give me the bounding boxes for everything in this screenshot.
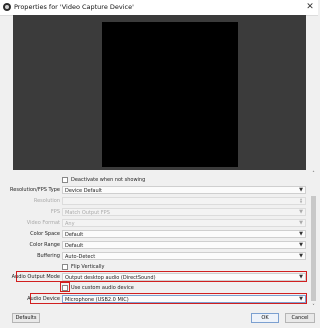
- color-range-label: Color Range: [29, 242, 61, 248]
- chevron-down-icon: ▼: [299, 296, 303, 302]
- audio-output-mode-row: Audio Output Mode Output desktop audio (…: [0, 273, 310, 282]
- audio-output-mode-select[interactable]: Output desktop audio (DirectSound) ▼: [62, 273, 306, 281]
- deactivate-checkbox[interactable]: [62, 176, 68, 183]
- video-preview: [102, 22, 238, 167]
- color-range-value: Default: [65, 242, 84, 249]
- flip-vertically-checkbox[interactable]: [62, 263, 68, 270]
- properties-panel: Deactivate when not showing Resolution/F…: [0, 171, 318, 311]
- chevron-down-icon: ▼: [299, 231, 303, 237]
- chevron-down-icon: ▼: [299, 253, 303, 259]
- video-format-label: Video Format: [26, 220, 60, 226]
- audio-output-mode-label: Audio Output Mode: [11, 274, 60, 280]
- deactivate-row: Deactivate when not showing: [0, 176, 310, 185]
- resolution-fps-type-label: Resolution/FPS Type: [10, 187, 60, 193]
- scroll-thumb[interactable]: [311, 196, 316, 301]
- color-space-row: Color Space Default ▼: [0, 230, 310, 239]
- fps-label: FPS: [50, 209, 60, 215]
- window-title: Properties for 'Video Capture Device': [14, 3, 134, 11]
- chevron-down-icon: ▼: [299, 187, 303, 193]
- close-button[interactable]: ✕: [304, 1, 316, 13]
- deactivate-label: Deactivate when not showing: [71, 177, 146, 183]
- buffering-select[interactable]: Auto-Detect ▼: [62, 252, 306, 260]
- resolution-fps-type-value: Device Default: [65, 187, 102, 194]
- preview-area: [13, 15, 306, 170]
- custom-audio-checkbox[interactable]: [62, 284, 68, 291]
- audio-device-row: Audio Device Microphone (USB2.0 MIC) ▼: [0, 295, 310, 304]
- chevron-down-icon: ▼: [299, 274, 303, 280]
- buffering-label: Buffering: [37, 253, 60, 259]
- resolution-input[interactable]: ▲ ▼: [62, 197, 306, 205]
- scroll-up-icon[interactable]: ˄: [310, 171, 317, 178]
- color-space-select[interactable]: Default ▼: [62, 230, 306, 238]
- title-bar: Properties for 'Video Capture Device' ✕: [0, 0, 318, 16]
- vertical-scrollbar[interactable]: ˄ ˅: [310, 171, 317, 311]
- flip-vertically-label: Flip Vertically: [71, 264, 105, 270]
- custom-audio-label: Use custom audio device: [71, 285, 134, 291]
- color-range-row: Color Range Default ▼: [0, 241, 310, 250]
- stepper-icon: ▲ ▼: [299, 197, 303, 204]
- fps-value: Match Output FPS: [65, 209, 110, 216]
- audio-device-label: Audio Device: [27, 296, 60, 302]
- chevron-down-icon: ▼: [299, 209, 303, 215]
- defaults-button[interactable]: Defaults: [12, 313, 40, 323]
- color-range-select[interactable]: Default ▼: [62, 241, 306, 249]
- chevron-down-icon: ▼: [299, 242, 303, 248]
- scroll-down-icon[interactable]: ˅: [310, 304, 317, 311]
- buffering-value: Auto-Detect: [65, 253, 96, 260]
- resolution-label: Resolution: [33, 198, 60, 204]
- video-format-value: Any: [65, 220, 75, 227]
- resolution-fps-type-row: Resolution/FPS Type Device Default ▼: [0, 186, 310, 195]
- video-format-row: Video Format Any ▼: [0, 219, 310, 228]
- cancel-button[interactable]: Cancel: [285, 313, 315, 323]
- audio-output-mode-value: Output desktop audio (DirectSound): [65, 274, 156, 281]
- resolution-fps-type-select[interactable]: Device Default ▼: [62, 186, 306, 194]
- custom-audio-row: Use custom audio device: [0, 284, 310, 293]
- fps-row: FPS Match Output FPS ▼: [0, 208, 310, 217]
- fps-select[interactable]: Match Output FPS ▼: [62, 208, 306, 216]
- obs-app-icon: [3, 3, 11, 11]
- color-space-label: Color Space: [30, 231, 60, 237]
- color-space-value: Default: [65, 231, 84, 238]
- ok-button[interactable]: OK: [251, 313, 279, 323]
- resolution-row: Resolution ▲ ▼: [0, 197, 310, 206]
- audio-device-select[interactable]: Microphone (USB2.0 MIC) ▼: [62, 295, 306, 303]
- audio-device-value: Microphone (USB2.0 MIC): [65, 296, 129, 303]
- video-format-select[interactable]: Any ▼: [62, 219, 306, 227]
- buffering-row: Buffering Auto-Detect ▼: [0, 252, 310, 261]
- chevron-down-icon: ▼: [299, 220, 303, 226]
